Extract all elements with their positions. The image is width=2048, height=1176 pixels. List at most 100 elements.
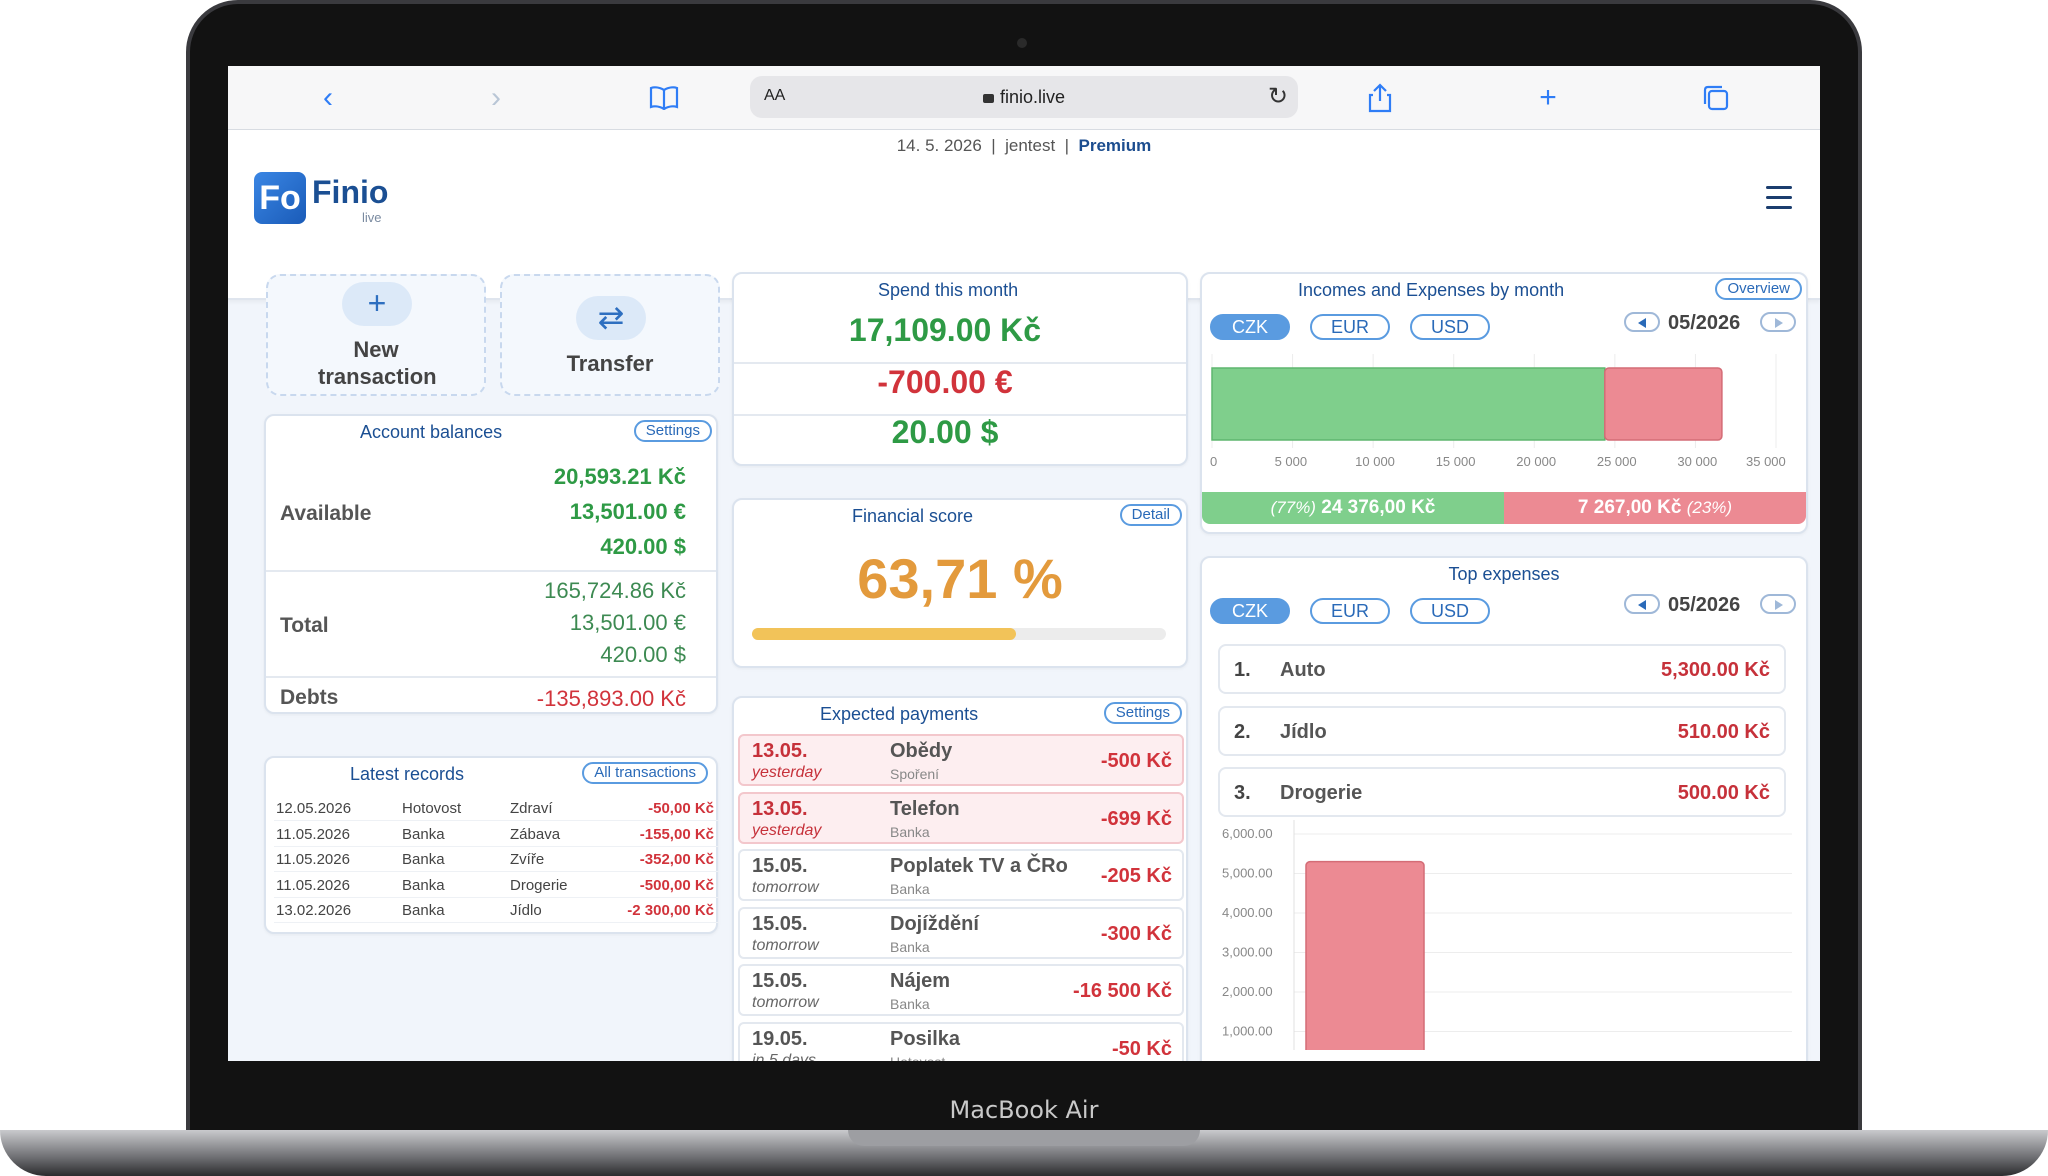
payment-date: 15.05. [752,855,808,877]
laptop-base-notch [848,1130,1200,1146]
list-item[interactable]: 15.05. tomorrow Poplatek TV a ČRo Banka -205… [738,849,1184,901]
y-tick-label: 1,000.00 [1222,1024,1273,1039]
x-tick-label: 30 000 [1677,454,1717,469]
expense-amount: 500.00 Kč [1677,782,1770,804]
payment-account: Hotovost [890,1054,945,1062]
expense-bar [1305,860,1425,1050]
x-tick-label: 15 000 [1436,454,1476,469]
list-item[interactable]: 13.05. yesterday Obědy Spoření -500 Kč [738,734,1184,786]
currency-czk-button[interactable]: CZK [1210,598,1290,624]
currency-eur-button[interactable]: EUR [1310,314,1390,340]
list-item[interactable]: 1. Auto 5,300.00 Kč [1218,644,1786,694]
income-expense-chart: 0 5 000 10 000 15 000 20 000 25 000 30 000 35 0… [1210,354,1786,469]
new-tab-icon[interactable]: + [1530,80,1566,116]
y-tick-label: 3,000.00 [1222,945,1273,960]
plus-icon: + [342,282,412,326]
available-usd: 420.00 $ [600,534,686,559]
list-item[interactable]: 15.05. tomorrow Nájem Banka -16 500 Kč [738,964,1184,1016]
record-category: Zábava [510,825,561,843]
y-tick-label: 4,000.00 [1222,905,1273,920]
list-item[interactable]: 15.05. tomorrow Dojíždění Banka -300 Kč [738,906,1184,959]
overview-button[interactable]: Overview [1715,278,1802,300]
expected-settings-button[interactable]: Settings [1103,702,1182,724]
currency-usd-button[interactable]: USD [1410,314,1490,340]
record-category: Drogerie [510,876,568,894]
income-value: 24 376,00 Kč [1321,497,1436,518]
tabs-icon[interactable] [1698,80,1734,116]
payment-when: yesterday [752,764,822,781]
divider [266,570,716,572]
transfer-icon: ⇄ [576,296,646,340]
all-transactions-button[interactable]: All transactions [582,762,708,784]
x-tick-label: 20 000 [1516,454,1556,469]
list-item[interactable]: 19.05.in 5 days Posilka Hotovost -50 Kč [738,1021,1184,1062]
username[interactable]: jentest [1005,136,1055,155]
list-item[interactable]: 2. Jídlo 510.00 Kč [1218,705,1786,756]
payment-when: tomorrow [752,936,819,954]
header-info: 14. 5. 2026 | jentest | Premium [896,136,1152,155]
address-bar[interactable]: AA finio.live ↻ [750,76,1298,118]
table-row[interactable]: 11.05.2026 Banka Zábava -155,00 Kč [274,822,718,847]
payment-account: Spoření [890,766,940,782]
expense-bar [1604,367,1723,441]
currency-czk-button[interactable]: CZK [1210,314,1290,340]
table-row[interactable]: 11.05.2026 Banka Drogerie -500,00 Kč [274,873,718,898]
payment-amount: -500 Kč [1100,750,1172,772]
record-account: Hotovost [402,800,462,817]
record-date: 12.05.2026 [276,800,352,817]
url-label: finio.live [999,87,1066,107]
next-month-icon[interactable] [1760,312,1796,332]
table-row[interactable]: 12.05.2026 Hotovost Zdraví -50,00 Kč [274,796,718,821]
menu-icon[interactable] [1766,186,1792,210]
list-item[interactable]: 3. Drogerie 500.00 Kč [1218,767,1786,817]
currency-eur-button[interactable]: EUR [1310,598,1390,624]
card-title: Financial score [852,506,974,526]
currency-usd-button[interactable]: USD [1410,598,1490,624]
payment-date: 13.05. [752,797,808,820]
table-row[interactable]: 13.02.2026 Banka Jídlo -2 300,00 Kč [274,898,718,923]
x-tick-label: 35 000 [1746,454,1786,469]
transfer-label: Transfer [566,351,654,376]
record-category: Zvíře [510,851,545,868]
total-usd: 420.00 $ [600,642,686,667]
score-detail-button[interactable]: Detail [1119,504,1182,526]
total-eur: 13,501.00 € [569,610,686,635]
screen: ‹ › AA finio.live ↻ + 14. 5. 2026 | jent… [228,66,1820,1061]
record-amount: -155,00 Kč [639,825,714,843]
expense-rank: 1. [1234,659,1251,681]
table-row[interactable]: 11.05.2026 Banka Zvíře -352,00 Kč [274,847,718,872]
logo-icon[interactable]: Fo [254,172,306,224]
balances-settings-button[interactable]: Settings [633,420,712,442]
expected-payments-card: Expected payments Settings 13.05. yesterd… [732,696,1188,1061]
new-transaction-button[interactable]: + New transaction [266,274,486,396]
bookmarks-icon[interactable] [646,80,682,116]
payment-account: Banka [890,938,930,955]
total-czk: 165,724.86 Kč [544,578,686,603]
record-amount: -352,00 Kč [639,851,714,868]
transfer-button[interactable]: ⇄ Transfer [500,274,720,396]
share-icon[interactable] [1362,80,1398,116]
payment-name: Poplatek TV a ČRo [890,855,1068,877]
back-icon[interactable]: ‹ [310,80,346,116]
forward-icon[interactable]: › [478,80,514,116]
browser-toolbar: ‹ › AA finio.live ↻ + [228,66,1820,130]
x-tick-label: 25 000 [1597,454,1637,469]
payment-name: Telefon [890,797,960,820]
next-month-icon[interactable] [1760,594,1796,614]
payment-amount: -50 Kč [1111,1037,1172,1060]
brand-name[interactable]: Finio [312,174,388,211]
latest-records-card: Latest records All transactions 12.05.20… [264,756,718,934]
prev-month-icon[interactable] [1624,594,1660,614]
x-tick-label: 5 000 [1275,454,1308,469]
reload-icon[interactable]: ↻ [1268,82,1288,111]
incomes-expenses-card: Incomes and Expenses by month Overview C… [1200,272,1808,534]
y-tick-label: 2,000.00 [1222,984,1273,999]
payment-date: 19.05. [752,1027,808,1050]
plan-badge[interactable]: Premium [1079,136,1152,155]
payment-account: Banka [890,881,930,897]
list-item[interactable]: 13.05. yesterday Telefon Banka -699 Kč [738,791,1184,844]
income-summary: (77%) 24 376,00 Kč [1202,492,1504,524]
account-balances-card: Account balances Settings Available 20,5… [264,414,718,714]
payment-account: Banka [890,996,930,1012]
prev-month-icon[interactable] [1624,312,1660,332]
